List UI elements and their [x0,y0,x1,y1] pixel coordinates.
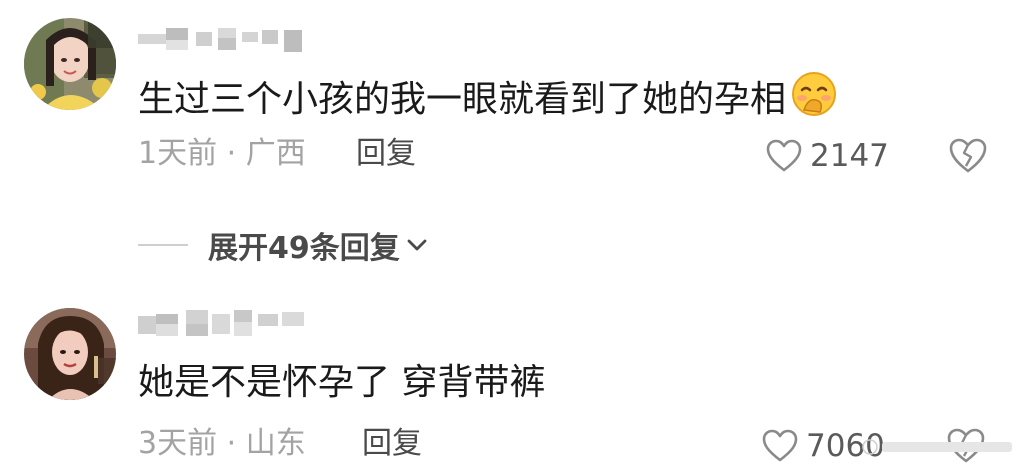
blurred-username-mosaic [138,28,302,52]
expand-replies[interactable]: 展开49条回复 [138,222,430,268]
meta-separator: · [226,136,237,171]
divider-line [138,244,188,246]
avatar-image [24,18,116,110]
comment-time: 3天前 [138,426,218,461]
like-count: 2147 [810,138,889,174]
reply-button[interactable]: 回复 [356,132,416,176]
comment-location: 广西 [245,136,306,171]
like-button[interactable]: 2147 [766,136,889,176]
watermark [860,436,1018,458]
comment-body: 生过三个小孩的我一眼就看到了她的孕相 [138,79,787,120]
dislike-button[interactable] [948,136,988,176]
comment-item: 她是不是怀孕了 穿背带裤 3天前 · 山东 回复 7060 [0,298,1018,464]
broken-heart-icon [949,138,987,173]
comment-body: 她是不是怀孕了 穿背带裤 [138,362,546,403]
meta-separator: · [226,426,237,461]
blurred-username-mosaic [138,310,304,336]
username[interactable] [138,310,308,338]
username[interactable] [138,28,318,56]
comment-location: 山东 [245,426,306,461]
comment-text: 生过三个小孩的我一眼就看到了她的孕相 [138,70,838,132]
reply-button[interactable]: 回复 [362,422,422,466]
avatar[interactable] [24,308,116,400]
expand-replies-label: 展开49条回复 [208,231,400,266]
comment-meta: 3天前 · 山东 [138,422,306,466]
watermark-mark [862,439,1012,455]
shy-face-emoji-icon [790,70,838,132]
comment-item: 生过三个小孩的我一眼就看到了她的孕相 1天前 · 广西 回复 2147 展开49… [0,0,1018,266]
avatar-image [24,308,116,400]
comment-time: 1天前 [138,136,218,171]
comment-text: 她是不是怀孕了 穿背带裤 [138,358,545,408]
chevron-down-icon [407,239,427,251]
heart-outline-icon [766,139,802,172]
comment-meta: 1天前 · 广西 [138,132,306,176]
avatar[interactable] [24,18,116,110]
